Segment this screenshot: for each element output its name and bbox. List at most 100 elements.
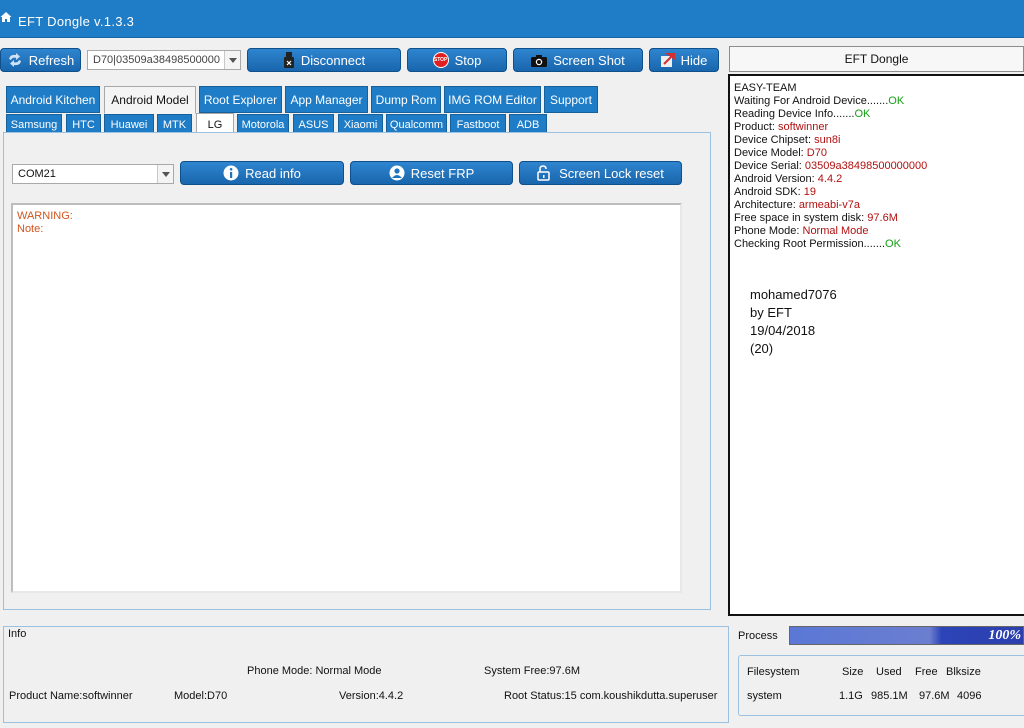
- user-circle-icon: [389, 165, 405, 181]
- process-progress-bar: 100%: [789, 626, 1024, 645]
- log-model: Device Model: D70: [730, 147, 1024, 160]
- tab-label: Dump Rom: [375, 92, 437, 107]
- log-label: Device Chipset:: [734, 134, 815, 146]
- tab-label: Qualcomm: [389, 118, 444, 131]
- log-waiting: Waiting For Android Device.......OK: [730, 95, 1024, 108]
- status-ok: OK: [854, 108, 871, 120]
- log-text: Waiting For Android Device.......: [734, 95, 889, 107]
- log-android-version: Android Version: 4.4.2: [730, 173, 1024, 186]
- reset-frp-label: Reset FRP: [410, 165, 475, 181]
- screen-lock-reset-button[interactable]: Screen Lock reset: [519, 161, 682, 185]
- progress-text: 100%: [988, 628, 1021, 643]
- hide-button[interactable]: Hide: [649, 48, 719, 72]
- info-system-free: System Free:97.6M: [484, 665, 580, 677]
- info-root-status: Root Status:15 com.koushikdutta.superuse…: [504, 690, 718, 702]
- tab-app-manager[interactable]: App Manager: [285, 86, 368, 113]
- tab-label: App Manager: [290, 92, 363, 107]
- tab-label: Motorola: [241, 118, 285, 131]
- log-serial: Device Serial: 03509a38498500000000: [730, 160, 1024, 173]
- refresh-button[interactable]: Refresh: [0, 48, 81, 72]
- info-version: Version:4.4.2: [339, 690, 404, 702]
- log-product: Product: softwinner: [730, 121, 1024, 134]
- filesystem-table: [738, 655, 1024, 716]
- tab-dump-rom[interactable]: Dump Rom: [371, 86, 441, 113]
- log-value: D70: [806, 147, 827, 159]
- com-port-select[interactable]: COM21: [12, 164, 174, 184]
- log-label: Device Model:: [734, 147, 807, 159]
- com-port-value: COM21: [18, 168, 56, 180]
- usb-drive-icon: [283, 52, 294, 68]
- disconnect-label: Disconnect: [300, 52, 366, 68]
- hide-window-icon: [660, 53, 675, 67]
- screenshot-label: Screen Shot: [553, 52, 625, 68]
- log-value: 19: [803, 186, 816, 198]
- unlock-icon: [537, 165, 550, 181]
- tab-label: Samsung: [10, 118, 58, 131]
- status-ok: OK: [885, 238, 901, 250]
- disconnect-button[interactable]: Disconnect: [247, 48, 401, 72]
- log-label: Device Serial:: [734, 160, 805, 172]
- signature-line: (20): [750, 341, 774, 356]
- tab-label: Fastboot: [456, 118, 500, 131]
- tab-label: Android Kitchen: [10, 92, 96, 107]
- hide-label: Hide: [680, 52, 708, 68]
- tab-label: Root Explorer: [203, 92, 278, 107]
- tab-img-rom-editor[interactable]: IMG ROM Editor: [444, 86, 541, 113]
- fs-cell-name: system: [747, 690, 782, 702]
- tab-label: Huawei: [110, 118, 148, 131]
- log-value: softwinner: [778, 121, 829, 133]
- log-value: sun8i: [814, 134, 841, 146]
- tab-label: HTC: [72, 118, 95, 131]
- info-phone-mode: Phone Mode: Normal Mode: [247, 665, 382, 677]
- log-label: Free space in system disk:: [734, 212, 868, 224]
- screen-lock-reset-label: Screen Lock reset: [559, 165, 664, 181]
- log-label: Android SDK:: [734, 186, 804, 198]
- log-sdk: Android SDK: 19: [730, 186, 1024, 199]
- lg-log-output[interactable]: WARNING: Note:: [11, 203, 682, 593]
- right-panel-header: EFT Dongle: [729, 46, 1024, 72]
- log-text: Checking Root Permission.......: [734, 238, 886, 250]
- reset-frp-button[interactable]: Reset FRP: [350, 161, 513, 185]
- log-architecture: Architecture: armeabi-v7a: [730, 199, 1024, 212]
- log-label: Phone Mode:: [734, 225, 803, 237]
- tab-label: Android Model: [111, 93, 189, 107]
- tab-root-explorer[interactable]: Root Explorer: [199, 86, 282, 113]
- signature-line: 19/04/2018: [750, 323, 816, 338]
- tab-label: ASUS: [298, 118, 329, 131]
- fs-header-size: Size: [842, 666, 864, 678]
- read-info-label: Read info: [245, 165, 301, 181]
- fs-header-used: Used: [876, 666, 902, 678]
- log-reading: Reading Device Info.......OK: [730, 108, 1024, 121]
- info-product-name: Product Name:softwinner: [9, 690, 133, 702]
- fs-cell-size: 1.1G: [839, 690, 863, 702]
- tab-label: LG: [207, 118, 223, 131]
- device-select[interactable]: D70|03509a38498500000: [87, 50, 241, 70]
- log-phone-mode: Phone Mode: Normal Mode: [730, 225, 1024, 238]
- tab-label: IMG ROM Editor: [448, 92, 537, 107]
- log-value: Normal Mode: [802, 225, 869, 237]
- app-title: EFT Dongle v.1.3.3: [18, 14, 135, 29]
- chevron-down-icon[interactable]: [224, 51, 240, 69]
- tab-label: MTK: [162, 118, 187, 131]
- fs-cell-free: 97.6M: [919, 690, 950, 702]
- tab-android-model[interactable]: Android Model: [104, 86, 196, 114]
- device-select-value: D70|03509a38498500000: [93, 54, 221, 66]
- log-warning-line: WARNING:: [17, 210, 73, 222]
- tab-android-kitchen[interactable]: Android Kitchen: [6, 86, 100, 113]
- fs-header-free: Free: [915, 666, 938, 678]
- stop-sign-icon: STOP: [432, 52, 449, 68]
- tab-label: Support: [549, 92, 593, 107]
- log-value: armeabi-v7a: [798, 199, 860, 211]
- screenshot-button[interactable]: Screen Shot: [513, 48, 643, 72]
- log-value: 97.6M: [867, 212, 898, 224]
- stop-button[interactable]: STOP Stop: [407, 48, 507, 72]
- tab-label: ADB: [516, 118, 540, 131]
- read-info-button[interactable]: Read info: [180, 161, 344, 185]
- tab-support[interactable]: Support: [544, 86, 598, 113]
- chevron-down-icon[interactable]: [157, 165, 173, 183]
- fs-header-filesystem: Filesystem: [747, 666, 800, 678]
- log-free-space: Free space in system disk: 97.6M: [730, 212, 1024, 225]
- camera-icon: [531, 54, 548, 67]
- info-icon: [223, 165, 239, 181]
- log-value: 03509a38498500000000: [804, 160, 928, 172]
